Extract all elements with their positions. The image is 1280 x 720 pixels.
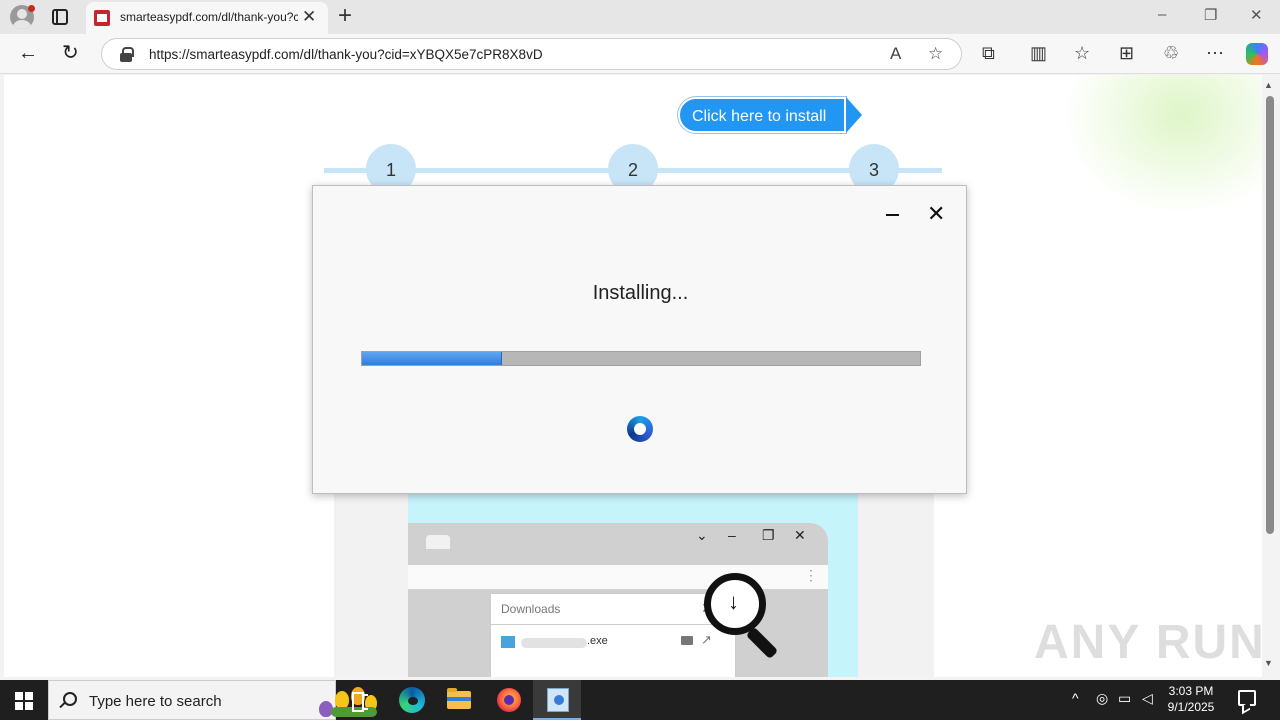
mock-more-icon: ⋮ (804, 567, 818, 583)
window-minimize-button[interactable]: – (1158, 6, 1166, 23)
tray-volume-icon[interactable]: ◁ (1142, 690, 1153, 707)
site-favicon-icon (94, 10, 110, 26)
taskbar-firefox-app[interactable] (485, 680, 533, 720)
search-icon (63, 692, 77, 706)
tray-security-icon[interactable]: ◎ (1096, 690, 1108, 707)
mock-address-bar (408, 565, 828, 589)
reload-button[interactable]: ↻ (62, 42, 79, 64)
window-close-button[interactable]: ✕ (1250, 6, 1263, 24)
extensions-icon[interactable]: ⧉ (982, 42, 995, 64)
profile-badge (28, 5, 35, 12)
taskbar-file-explorer-app[interactable] (435, 680, 483, 720)
modal-close-button[interactable]: ✕ (927, 202, 945, 226)
blurred-filename (521, 638, 587, 648)
collections-icon[interactable]: ⊞ (1119, 42, 1134, 64)
tray-chevron-up-icon[interactable]: ^ (1072, 690, 1079, 706)
address-url[interactable]: https://smarteasypdf.com/dl/thank-you?ci… (149, 47, 543, 62)
taskbar-edge-app[interactable] (387, 680, 435, 720)
mock-chevron-down-icon: ⌄ (696, 527, 708, 543)
firefox-icon (497, 688, 521, 712)
clock-date: 9/1/2025 (1167, 700, 1215, 714)
tray-network-icon[interactable]: ▭ (1118, 690, 1131, 707)
scrollbar-thumb[interactable] (1266, 96, 1274, 534)
search-placeholder: Type here to search (89, 693, 222, 710)
installer-modal: ✕ Installing... (312, 185, 967, 494)
installing-status-text: Installing... (592, 282, 689, 304)
taskbar-search-box[interactable]: Type here to search (48, 680, 377, 720)
exe-file-icon (501, 636, 515, 648)
taskbar: Type here to search ^ ◎ ▭ ◁ 3:03 PM 9/1/… (0, 680, 1280, 720)
mock-tab (426, 535, 450, 549)
search-highlight-flower-icon (317, 685, 381, 719)
downloads-divider (491, 624, 737, 625)
mock-browser-window: ⌄ – ❐ ✕ ⋮ Downloads ✕ .exe ↗ ↓ (408, 523, 828, 677)
scroll-up-arrow-icon[interactable]: ▲ (1264, 80, 1273, 90)
copilot-icon[interactable] (1246, 43, 1268, 65)
browser-toolbar: ← ↻ https://smarteasypdf.com/dl/thank-yo… (0, 34, 1280, 74)
start-button-windows-icon[interactable] (15, 692, 33, 710)
magnifier-handle (745, 626, 779, 660)
installer-app-icon (547, 688, 569, 712)
task-view-icon[interactable] (352, 692, 368, 712)
download-instructions-illustration: ⌄ – ❐ ✕ ⋮ Downloads ✕ .exe ↗ ↓ (334, 493, 934, 677)
mock-minimize-icon: – (728, 527, 736, 543)
favorites-icon[interactable]: ☆ (1074, 42, 1090, 64)
browser-essentials-icon[interactable]: ♲ (1163, 42, 1179, 64)
clock-time: 3:03 PM (1168, 684, 1214, 698)
mock-restore-icon: ❐ (762, 527, 775, 543)
window-restore-button[interactable]: ❐ (1204, 6, 1217, 24)
mock-downloads-panel: Downloads ✕ .exe ↗ (490, 593, 737, 677)
tab-close-icon[interactable]: ✕ (302, 7, 316, 27)
browser-tab[interactable]: smarteasypdf.com/dl/thank-you?cid=xYBQX5… (86, 2, 328, 34)
tab-title: smarteasypdf.com/dl/thank-you?cid=xYBQX5… (120, 10, 298, 24)
tab-actions-icon[interactable] (52, 9, 68, 25)
anyrun-watermark: ANY RUN (1034, 616, 1266, 669)
back-button[interactable]: ← (18, 42, 38, 64)
split-screen-icon[interactable]: ▥ (1030, 42, 1047, 64)
taskbar-installer-app[interactable] (533, 680, 581, 720)
illustration-backdrop: ⌄ – ❐ ✕ ⋮ Downloads ✕ .exe ↗ ↓ (408, 493, 858, 677)
notification-center-icon[interactable] (1238, 690, 1256, 706)
add-favorite-star-icon[interactable]: ☆ (928, 44, 943, 64)
site-info-lock-icon[interactable] (120, 47, 134, 62)
address-bar[interactable]: https://smarteasypdf.com/dl/thank-you?ci… (101, 38, 962, 70)
tab-strip: smarteasypdf.com/dl/thank-you?cid=xYBQX5… (0, 0, 1280, 34)
edge-icon (399, 687, 425, 713)
new-tab-button[interactable]: + (338, 2, 352, 30)
file-extension: .exe (587, 635, 608, 647)
click-to-install-button[interactable]: Click here to install (678, 97, 862, 133)
read-aloud-icon[interactable]: A (890, 44, 901, 64)
downloads-title: Downloads (501, 602, 561, 616)
download-arrow-icon: ↓ (728, 589, 739, 614)
modal-minimize-button[interactable] (886, 214, 899, 216)
open-file-icon: ↗ (701, 632, 712, 647)
file-explorer-icon (447, 688, 471, 709)
mock-close-icon: ✕ (794, 527, 806, 543)
settings-more-icon[interactable]: ⋯ (1206, 42, 1224, 64)
install-progress-bar (361, 351, 921, 366)
taskbar-clock[interactable]: 3:03 PM 9/1/2025 (1160, 683, 1222, 715)
install-progress-fill (362, 352, 502, 365)
show-in-folder-icon (681, 636, 693, 645)
page-viewport: Click here to install 1 2 3 ⌄ – ❐ ✕ ⋮ Do… (4, 75, 1262, 677)
loading-spinner-icon (627, 416, 653, 442)
decorative-glow (1062, 75, 1262, 215)
